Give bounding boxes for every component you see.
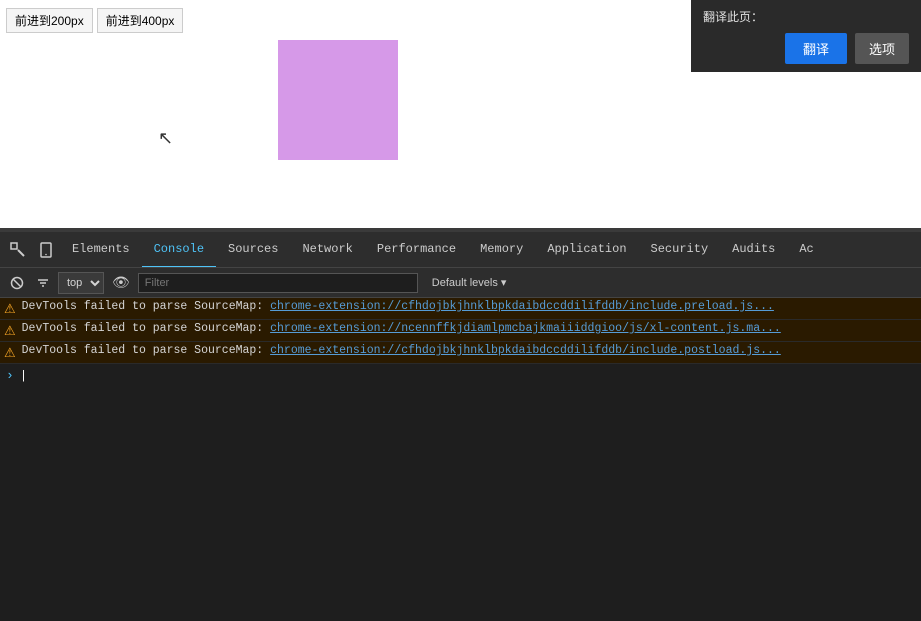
cursor-arrow: ↖ [158,128,173,149]
device-toolbar-icon[interactable] [32,236,60,264]
tab-audits[interactable]: Audits [720,232,787,268]
advance-200-button[interactable]: 前进到200px [6,8,93,33]
console-filter-input[interactable] [138,273,418,293]
purple-rectangle [278,40,398,160]
warning-icon-1: ⚠ [4,302,16,317]
default-levels-button[interactable]: Default levels ▾ [426,274,513,291]
console-warning-3: ⚠ DevTools failed to parse SourceMap: ch… [0,342,921,364]
clear-console-button[interactable] [6,274,28,292]
console-warning-1: ⚠ DevTools failed to parse SourceMap: ch… [0,298,921,320]
tab-security[interactable]: Security [639,232,721,268]
prompt-arrow-icon: › [6,368,14,383]
context-selector[interactable]: top [58,272,104,294]
inspect-element-icon[interactable] [4,236,32,264]
options-button[interactable]: 选项 [855,33,909,64]
console-prompt-line: › | [0,364,921,387]
devtools-panel: Elements Console Sources Network Perform… [0,232,921,621]
eye-icon[interactable]: 👁 [108,272,134,293]
console-output[interactable]: ⚠ DevTools failed to parse SourceMap: ch… [0,298,921,621]
warning-icon-3: ⚠ [4,346,16,361]
tab-console[interactable]: Console [142,232,216,268]
tab-more[interactable]: Ac [787,232,825,268]
console-link-1[interactable]: chrome-extension://cfhdojbkjhnklbpkdaibd… [270,300,774,313]
translate-button[interactable]: 翻译 [785,33,847,64]
devtools-tabs-bar: Elements Console Sources Network Perform… [0,232,921,268]
tab-elements[interactable]: Elements [60,232,142,268]
console-warning-2: ⚠ DevTools failed to parse SourceMap: ch… [0,320,921,342]
filter-icon[interactable] [32,274,54,292]
prompt-cursor: | [20,369,27,383]
tab-application[interactable]: Application [535,232,638,268]
warning-icon-2: ⚠ [4,324,16,339]
popup-title: 翻译此页： [703,8,909,25]
console-link-2[interactable]: chrome-extension://ncennffkjdiamlpmcbajk… [270,322,781,335]
console-link-3[interactable]: chrome-extension://cfhdojbkjhnklbpkdaibd… [270,344,781,357]
popup-buttons: 翻译 选项 [703,33,909,64]
tab-performance[interactable]: Performance [365,232,468,268]
tab-network[interactable]: Network [290,232,364,268]
console-toolbar: top 👁 Default levels ▾ [0,268,921,298]
translation-popup: 翻译此页： 翻译 选项 [691,0,921,72]
console-warning-text-3: DevTools failed to parse SourceMap: chro… [22,344,781,357]
tab-sources[interactable]: Sources [216,232,290,268]
console-warning-text-2: DevTools failed to parse SourceMap: chro… [22,322,781,335]
tab-memory[interactable]: Memory [468,232,535,268]
browser-content: 前进到200px 前进到400px ↖ 翻译此页： 翻译 选项 [0,0,921,228]
console-warning-text-1: DevTools failed to parse SourceMap: chro… [22,300,774,313]
advance-400-button[interactable]: 前进到400px [97,8,184,33]
